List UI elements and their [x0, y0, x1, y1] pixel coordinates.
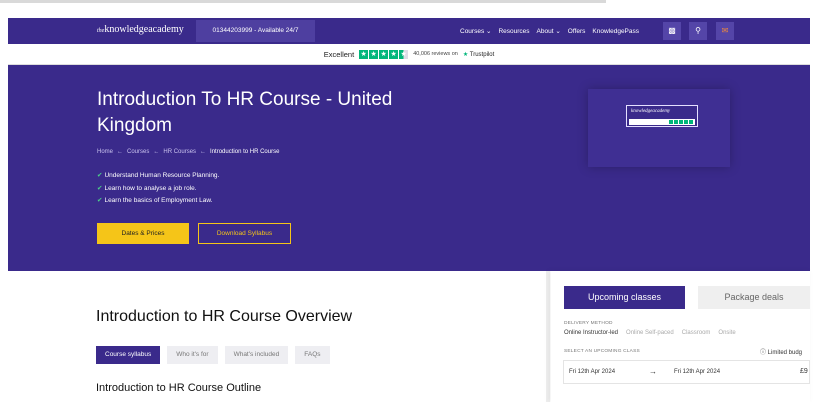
delivery-methods: Online Instructor-led Online Self-paced …	[564, 330, 736, 336]
method-onsite[interactable]: Onsite	[718, 330, 735, 336]
tab-course-syllabus[interactable]: Course syllabus	[96, 346, 161, 364]
card-logo-image: knowledgeacademy	[626, 105, 698, 127]
chevron-left-icon: ←	[153, 149, 160, 155]
method-online-instructor-led[interactable]: Online Instructor-led	[564, 330, 618, 336]
tab-package-deals[interactable]: Package deals	[698, 286, 810, 309]
overview-title: Introduction to HR Course Overview	[96, 308, 353, 325]
star-icon: ★	[369, 49, 379, 59]
tab-whats-included[interactable]: What's included	[224, 346, 289, 364]
star-icon: ★	[379, 49, 389, 59]
trust-reviews: 40,006 reviews on	[413, 51, 458, 57]
limited-budget-note[interactable]: ⓘ Limited budg	[760, 347, 802, 356]
breadcrumb: Home ← Courses ← HR Courses ← Introduction …	[97, 149, 279, 155]
tab-faqs[interactable]: FAQs	[295, 346, 330, 364]
nav-resources[interactable]: Resources	[498, 28, 529, 35]
dates-prices-button[interactable]: Dates & Prices	[97, 223, 189, 244]
chevron-left-icon: ←	[117, 149, 124, 155]
class-price: £9	[800, 368, 808, 375]
nav-links: Courses ⌄ Resources About ⌄ Offers Knowl…	[460, 18, 639, 44]
half-star-icon: ★	[399, 49, 409, 59]
trust-stars: ★ ★ ★ ★ ★	[359, 49, 409, 59]
content-divider	[546, 271, 550, 402]
trustpilot-star-icon: ★	[462, 51, 469, 58]
tab-upcoming-classes[interactable]: Upcoming classes	[564, 286, 685, 309]
tab-who-its-for[interactable]: Who it's for	[167, 346, 218, 364]
browser-top-strip	[0, 0, 814, 16]
date-to: Fri 12th Apr 2024	[674, 369, 721, 375]
horizontal-scrollbar[interactable]	[0, 0, 606, 3]
breadcrumb-current: Introduction to HR Course	[210, 149, 280, 155]
bullet-text: Understand Human Resource Planning.	[104, 172, 220, 179]
mail-icon[interactable]: ✉	[716, 22, 734, 40]
trustpilot-bar[interactable]: Excellent ★ ★ ★ ★ ★ 40,006 reviews on ★ …	[8, 44, 810, 65]
outline-title: Introduction to HR Course Outline	[96, 382, 262, 394]
method-online-self-paced[interactable]: Online Self-paced	[626, 330, 674, 336]
card-logo-text: knowledgeacademy	[631, 109, 671, 114]
download-syllabus-button[interactable]: Download Syllabus	[198, 223, 291, 244]
check-icon: ✔	[97, 197, 103, 204]
date-from: Fri 12th Apr 2024	[569, 369, 616, 375]
search-icon[interactable]: ⚲	[689, 22, 707, 40]
hero-banner: Introduction To HR Course - United Kingd…	[8, 65, 810, 271]
booking-sidebar: Upcoming classes Package deals DELIVERY …	[551, 271, 810, 402]
nav-courses[interactable]: Courses ⌄	[460, 27, 491, 35]
delivery-method-label: DELIVERY METHOD	[564, 321, 613, 326]
star-icon: ★	[389, 49, 399, 59]
hero-bullets: ✔ Understand Human Resource Planning. ✔ Le…	[97, 171, 219, 209]
page-title: Introduction To HR Course - United Kingd…	[97, 89, 393, 136]
star-icon: ★	[359, 49, 369, 59]
course-image-card: knowledgeacademy	[588, 89, 730, 167]
bullet-text: Learn how to analyse a job role.	[104, 184, 197, 192]
method-classroom[interactable]: Classroom	[682, 330, 711, 336]
logo-text: knowledgeacademy	[104, 24, 184, 35]
nav-offers[interactable]: Offers	[568, 28, 586, 35]
site-logo[interactable]: theknowledgeacademy	[97, 24, 184, 35]
breadcrumb-courses[interactable]: Courses	[127, 149, 149, 155]
check-icon: ✔	[97, 172, 103, 179]
bullet-text: Learn the basics of Employment Law.	[104, 197, 213, 204]
breadcrumb-hr-courses[interactable]: HR Courses	[163, 149, 196, 155]
bullet-item: ✔ Understand Human Resource Planning.	[97, 171, 219, 184]
overview-tabs: Course syllabus Who it's for What's incl…	[96, 346, 330, 364]
check-icon: ✔	[97, 184, 103, 192]
nav-knowledgepass[interactable]: KnowledgePass	[592, 28, 639, 35]
chevron-left-icon: ←	[200, 149, 207, 155]
arrow-right-icon: →	[649, 367, 657, 376]
trustpilot-logo: ★ Trustpilot	[463, 51, 494, 58]
bullet-item: ✔ Learn the basics of Employment Law.	[97, 196, 219, 209]
nav-about[interactable]: About ⌄	[537, 27, 561, 35]
top-navbar: theknowledgeacademy 01344203999 - Availa…	[8, 18, 810, 44]
chat-icon[interactable]: ▩	[663, 22, 681, 40]
breadcrumb-home[interactable]: Home	[97, 149, 113, 155]
phone-button[interactable]: 01344203999 - Available 24/7	[196, 20, 315, 42]
class-date-row[interactable]: Fri 12th Apr 2024 → Fri 12th Apr 2024 £9	[563, 360, 810, 384]
bullet-item: ✔ Learn how to analyse a job role.	[97, 184, 219, 197]
select-class-label: SELECT AN UPCOMING CLASS	[564, 349, 640, 354]
trust-label: Excellent	[323, 49, 355, 59]
trustpilot-brand: Trustpilot	[469, 51, 495, 58]
card-rating-strip	[629, 119, 695, 125]
